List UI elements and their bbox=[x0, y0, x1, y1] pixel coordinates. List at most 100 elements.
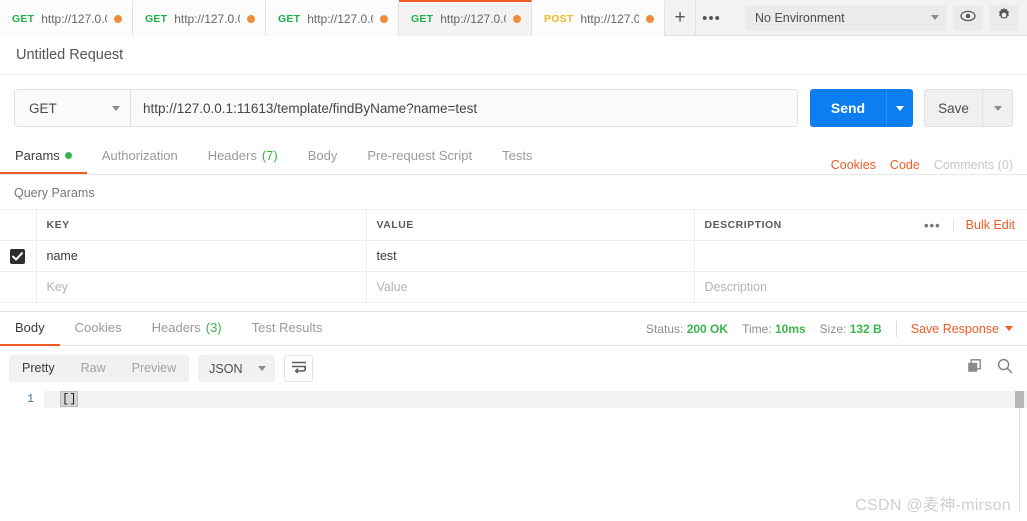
send-button[interactable]: Send bbox=[810, 89, 886, 127]
environment-selector[interactable]: No Environment bbox=[745, 4, 947, 31]
param-description-cell[interactable] bbox=[693, 240, 1027, 272]
unsaved-dot-icon[interactable] bbox=[646, 15, 654, 23]
gear-icon bbox=[996, 7, 1012, 28]
response-tab-headers[interactable]: Headers (3) bbox=[137, 311, 237, 346]
time-label: Time: bbox=[742, 321, 772, 336]
response-tab-cookies[interactable]: Cookies bbox=[60, 311, 137, 346]
param-key-input[interactable]: Key bbox=[35, 271, 367, 303]
environment-label: No Environment bbox=[755, 10, 845, 25]
tab-label: Authorization bbox=[101, 148, 178, 163]
bulk-edit-button[interactable]: Bulk Edit bbox=[954, 218, 1019, 232]
unsaved-dot-icon[interactable] bbox=[114, 15, 122, 23]
response-tab-test-results[interactable]: Test Results bbox=[237, 311, 338, 346]
page-title: Untitled Request bbox=[16, 47, 124, 63]
unsaved-dot-icon[interactable] bbox=[247, 15, 255, 23]
save-response-label: Save Response bbox=[910, 321, 999, 336]
code-link[interactable]: Code bbox=[890, 158, 920, 172]
request-tab[interactable]: GET http://127.0.0... bbox=[266, 0, 399, 36]
word-wrap-icon bbox=[291, 360, 307, 378]
save-button[interactable]: Save bbox=[924, 89, 982, 127]
tab-headers[interactable]: Headers (7) bbox=[193, 139, 293, 174]
tab-options-button[interactable]: ••• bbox=[696, 0, 727, 36]
row-checkbox-cell-empty bbox=[0, 271, 37, 303]
unsaved-dot-icon[interactable] bbox=[380, 15, 388, 23]
tab-params[interactable]: Params bbox=[0, 139, 87, 174]
tab-method-label: GET bbox=[411, 13, 434, 25]
chevron-down-icon bbox=[1005, 326, 1013, 331]
send-button-group: Send bbox=[810, 89, 913, 127]
tab-label: Body bbox=[15, 320, 45, 335]
tab-tests[interactable]: Tests bbox=[487, 139, 547, 174]
environment-controls: No Environment bbox=[739, 0, 1027, 35]
param-key-cell[interactable]: name bbox=[35, 240, 367, 272]
settings-button[interactable] bbox=[989, 4, 1019, 31]
tabbar-spacer bbox=[727, 0, 739, 35]
params-present-dot-icon bbox=[64, 152, 72, 159]
response-format-selector[interactable]: JSON bbox=[198, 355, 276, 382]
tab-method-label: GET bbox=[278, 13, 301, 25]
param-description-input[interactable]: Description bbox=[693, 271, 1027, 303]
table-row-placeholder: Key Value Description bbox=[0, 271, 1027, 303]
request-tab[interactable]: GET http://127.0.0... bbox=[133, 0, 266, 36]
editor-right-rule bbox=[1019, 408, 1020, 512]
code-line: 1 [] bbox=[0, 391, 1027, 408]
tab-label: Cookies bbox=[74, 320, 122, 335]
tab-label: Test Results bbox=[251, 320, 323, 335]
new-tab-button[interactable]: + bbox=[665, 0, 696, 36]
param-value-input[interactable]: Value bbox=[365, 271, 695, 303]
eye-icon bbox=[960, 9, 976, 27]
param-enabled-checkbox[interactable] bbox=[10, 248, 26, 264]
send-options-button[interactable] bbox=[886, 89, 913, 127]
view-mode-group: Pretty Raw Preview bbox=[9, 355, 190, 382]
tab-body[interactable]: Body bbox=[293, 139, 353, 174]
tab-pre-request-script[interactable]: Pre-request Script bbox=[352, 139, 487, 174]
comments-link[interactable]: Comments (0) bbox=[934, 158, 1013, 172]
word-wrap-button[interactable] bbox=[284, 355, 314, 382]
params-options-button[interactable]: ••• bbox=[912, 218, 954, 232]
line-number: 1 bbox=[0, 391, 44, 408]
chevron-down-icon bbox=[896, 105, 904, 111]
view-mode-pretty[interactable]: Pretty bbox=[9, 355, 68, 382]
url-input[interactable] bbox=[130, 89, 798, 127]
unsaved-dot-icon[interactable] bbox=[513, 15, 521, 23]
tab-badge: (3) bbox=[205, 320, 222, 335]
http-method-selector[interactable]: GET bbox=[14, 89, 130, 127]
status-group: Status: 200 OK bbox=[646, 322, 728, 336]
response-section-tabs: Body Cookies Headers (3) Test Results St… bbox=[0, 312, 1027, 346]
response-toolbar-right bbox=[967, 358, 1013, 379]
code-text[interactable]: [] bbox=[44, 391, 1027, 408]
tab-label: Body bbox=[307, 148, 338, 163]
request-tabs-right-links: Cookies Code Comments (0) bbox=[831, 158, 1013, 174]
meta-divider bbox=[895, 320, 897, 337]
param-value-cell[interactable]: test bbox=[365, 240, 695, 272]
time-value: 10ms bbox=[774, 321, 806, 336]
tab-label: Pre-request Script bbox=[367, 148, 473, 163]
request-tab[interactable]: GET http://127.0.0... bbox=[0, 0, 133, 36]
copy-icon[interactable] bbox=[967, 358, 982, 379]
tab-badge: (7) bbox=[261, 148, 278, 163]
environment-quick-look-button[interactable] bbox=[953, 4, 983, 31]
response-meta: Status: 200 OK Time: 10ms Size: 132 B Sa… bbox=[646, 320, 1013, 337]
save-response-button[interactable]: Save Response bbox=[911, 322, 1013, 336]
request-tab[interactable]: POST http://127.0.... bbox=[532, 0, 665, 36]
header-checkbox-cell bbox=[0, 209, 37, 241]
tab-label: Headers bbox=[207, 148, 257, 163]
response-format-label: JSON bbox=[209, 361, 243, 376]
cookies-link[interactable]: Cookies bbox=[831, 158, 876, 172]
tab-url-label: http://127.0.0... bbox=[307, 12, 373, 26]
tab-url-label: http://127.0.0... bbox=[440, 12, 506, 26]
chevron-down-icon bbox=[258, 366, 267, 371]
tab-authorization[interactable]: Authorization bbox=[87, 139, 193, 174]
search-icon[interactable] bbox=[997, 358, 1013, 379]
response-tab-body[interactable]: Body bbox=[0, 311, 60, 346]
tab-method-label: GET bbox=[12, 13, 35, 25]
request-tab-active[interactable]: GET http://127.0.0... bbox=[399, 0, 532, 36]
editor-scrollbar-thumb[interactable] bbox=[1015, 391, 1024, 408]
tab-url-label: http://127.0.0... bbox=[41, 12, 107, 26]
header-value: VALUE bbox=[365, 209, 695, 241]
tab-url-label: http://127.0.0... bbox=[174, 12, 240, 26]
view-mode-raw[interactable]: Raw bbox=[68, 355, 119, 382]
save-options-button[interactable] bbox=[982, 89, 1013, 127]
query-params-table: KEY VALUE DESCRIPTION ••• Bulk Edit name bbox=[0, 209, 1027, 303]
view-mode-preview[interactable]: Preview bbox=[119, 355, 189, 382]
